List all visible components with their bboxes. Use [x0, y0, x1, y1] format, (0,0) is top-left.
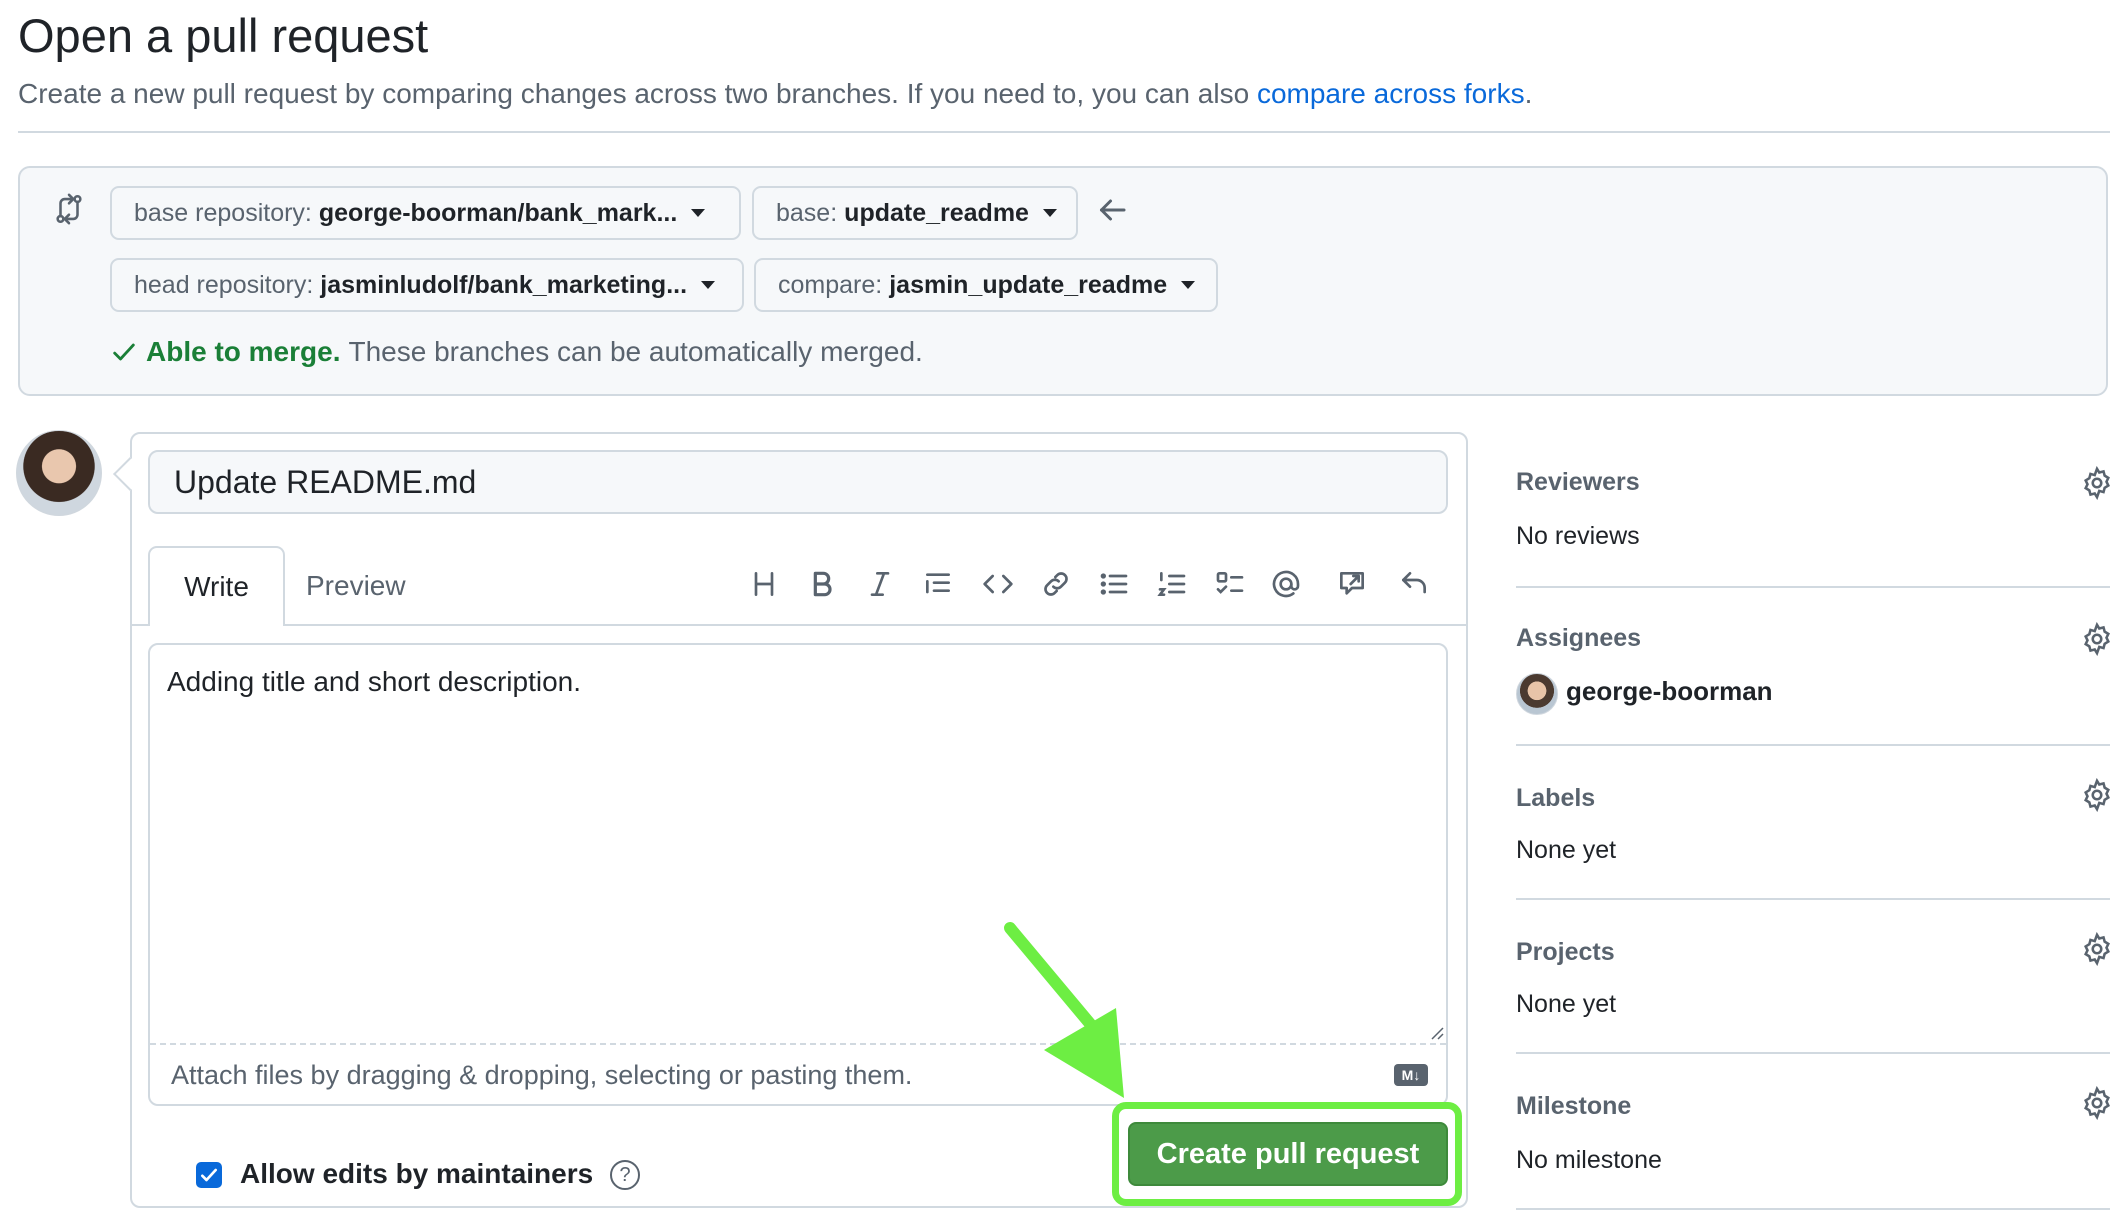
base-repository-select[interactable]: base repository: george-boorman/bank_mar…: [110, 186, 741, 240]
comment-body-text: Adding title and short description.: [167, 666, 582, 697]
base-branch-label: base:: [776, 198, 838, 227]
subtitle-text: Create a new pull request by comparing c…: [18, 78, 1257, 109]
resize-handle-icon[interactable]: [1428, 1024, 1444, 1040]
sidebar-divider: [1516, 1208, 2110, 1210]
attach-files-hint[interactable]: Attach files by dragging & dropping, sel…: [171, 1060, 912, 1091]
projects-value: None yet: [1516, 990, 1617, 1018]
page-subtitle: Create a new pull request by comparing c…: [18, 78, 1532, 110]
head-repository-select[interactable]: head repository: jasminludolf/bank_marke…: [110, 258, 744, 312]
markdown-icon: M↓: [1394, 1064, 1428, 1086]
tab-write[interactable]: Write: [148, 546, 285, 626]
tab-preview[interactable]: Preview: [306, 546, 406, 626]
bold-icon[interactable]: [804, 566, 840, 602]
compare-across-forks-link[interactable]: compare across forks: [1257, 78, 1525, 109]
ordered-list-icon[interactable]: [1154, 566, 1190, 602]
git-compare-icon: [56, 193, 82, 225]
gear-icon[interactable]: [2080, 466, 2114, 500]
create-pull-request-button[interactable]: Create pull request: [1128, 1122, 1448, 1186]
attach-divider: [150, 1043, 1446, 1045]
milestone-value: No milestone: [1516, 1146, 1662, 1174]
page-title: Open a pull request: [18, 9, 429, 62]
task-list-icon[interactable]: [1212, 566, 1248, 602]
gear-icon[interactable]: [2080, 778, 2114, 812]
milestone-label[interactable]: Milestone: [1516, 1092, 1631, 1121]
header-divider: [18, 131, 2110, 133]
sidebar-divider: [1516, 898, 2110, 900]
subtitle-end: .: [1524, 78, 1533, 109]
caret-down-icon: [701, 281, 716, 289]
head-repo-label: head repository:: [134, 270, 314, 299]
mention-icon[interactable]: [1268, 566, 1304, 602]
quote-icon[interactable]: [920, 566, 956, 602]
compare-branch-value: jasmin_update_readme: [889, 270, 1168, 299]
sidebar-divider: [1516, 744, 2110, 746]
heading-icon[interactable]: [746, 566, 782, 602]
base-repo-value: george-boorman/bank_mark...: [318, 198, 678, 227]
allow-edits-label: Allow edits by maintainers: [240, 1158, 594, 1189]
merge-status: Able to merge. These branches can be aut…: [110, 336, 923, 368]
sidebar-divider: [1516, 586, 2110, 588]
merge-status-detail: These branches can be automatically merg…: [348, 336, 923, 367]
allow-edits-checkbox[interactable]: [196, 1162, 222, 1188]
code-icon[interactable]: [980, 566, 1016, 602]
link-icon[interactable]: [1038, 566, 1074, 602]
comment-body-textarea[interactable]: [148, 643, 1448, 1106]
gear-icon[interactable]: [2080, 622, 2114, 656]
caret-down-icon: [1042, 209, 1057, 217]
projects-label[interactable]: Projects: [1516, 938, 1615, 967]
merge-status-ok: Able to merge.: [146, 336, 341, 367]
author-avatar: [16, 430, 102, 516]
undo-icon[interactable]: [1396, 566, 1432, 602]
help-icon[interactable]: ?: [610, 1160, 640, 1190]
assignee-name[interactable]: george-boorman: [1566, 676, 1773, 707]
checkmark-icon: [201, 1168, 217, 1182]
labels-label[interactable]: Labels: [1516, 784, 1595, 813]
compare-branch-select[interactable]: compare: jasmin_update_readme: [754, 258, 1218, 312]
base-branch-value: update_readme: [844, 198, 1029, 227]
gear-icon[interactable]: [2080, 932, 2114, 966]
italic-icon[interactable]: [862, 566, 898, 602]
reference-icon[interactable]: [1334, 566, 1370, 602]
compare-branch-label: compare:: [778, 270, 883, 299]
pr-title-input[interactable]: [148, 450, 1448, 514]
caret-down-icon: [1181, 281, 1196, 289]
head-repo-value: jasminludolf/bank_marketing...: [320, 270, 688, 299]
labels-value: None yet: [1516, 836, 1617, 864]
reviewers-value: No reviews: [1516, 522, 1640, 550]
unordered-list-icon[interactable]: [1096, 566, 1132, 602]
assignee-avatar: [1516, 673, 1558, 715]
base-repo-label: base repository:: [134, 198, 312, 227]
base-branch-select[interactable]: base: update_readme: [752, 186, 1078, 240]
gear-icon[interactable]: [2080, 1086, 2114, 1120]
assignees-label[interactable]: Assignees: [1516, 624, 1641, 653]
reviewers-label[interactable]: Reviewers: [1516, 468, 1640, 497]
annotation-arrow-icon: [1004, 922, 1124, 1098]
caret-down-icon: [691, 209, 706, 217]
arrow-left-icon: [1100, 199, 1126, 221]
check-icon: [113, 343, 135, 361]
sidebar-divider: [1516, 1052, 2110, 1054]
